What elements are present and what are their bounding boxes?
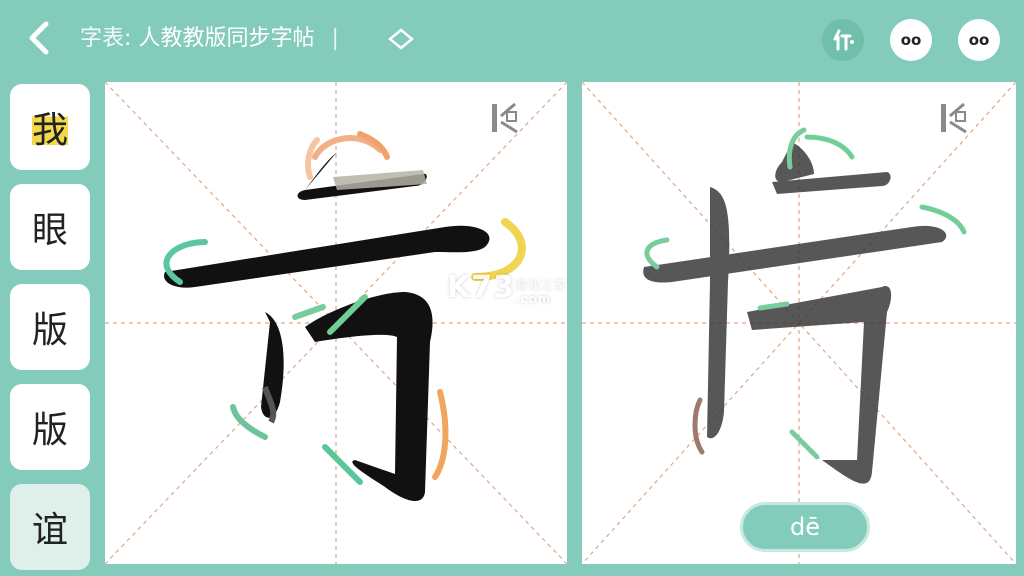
stroke-order-icon[interactable] (489, 100, 523, 136)
eraser-icon[interactable] (388, 28, 414, 50)
scroll-handle-bottom[interactable] (1002, 332, 1007, 358)
sidebar-item-ban-1[interactable]: 版 (10, 284, 90, 370)
sidebar-item-label: 我 (31, 101, 68, 153)
sidebar-item-label: 谊 (31, 510, 68, 551)
back-arrow-icon[interactable] (22, 18, 58, 58)
stroke-order-panel[interactable] (105, 82, 567, 564)
title-prefix: 字表 (80, 26, 125, 51)
sidebar-item-wo[interactable]: 我 (10, 84, 90, 170)
stroke-order-icon[interactable] (938, 100, 972, 136)
title-text: 人教教版同步字帖 (138, 26, 315, 51)
watermark-sub: 游戏之家 (515, 278, 568, 292)
pen-icon (833, 29, 854, 51)
pinyin-button[interactable]: dē (740, 502, 870, 552)
sidebar-item-ban-2[interactable]: 版 (10, 384, 90, 470)
sidebar-item-label: 版 (31, 410, 68, 451)
writing-grid (582, 82, 1016, 564)
title-divider: | (331, 26, 339, 51)
writing-grid (105, 82, 567, 564)
sidebar-item-yan[interactable]: 眼 (10, 184, 90, 270)
watermark-domain: .com (515, 292, 552, 306)
sidebar-item-label: 眼 (31, 210, 68, 251)
tool-b-button[interactable]: oo (958, 19, 1000, 61)
page-title: 字表: 人教教版同步字帖 | (80, 24, 349, 54)
character-model-panel[interactable]: dē (582, 82, 1016, 564)
watermark-logo: K73 游戏之家 .com (447, 270, 566, 306)
top-bar: 字表: 人教教版同步字帖 | oo oo (0, 0, 1024, 80)
title-colon: : (124, 26, 132, 51)
sidebar-item-label: 版 (31, 310, 68, 351)
sidebar-item-yi[interactable]: 谊 (10, 484, 90, 570)
scroll-handle-top[interactable] (1002, 292, 1007, 318)
pen-tool-button[interactable] (822, 19, 864, 61)
tool-a-button[interactable]: oo (890, 19, 932, 61)
watermark-main: K73 (447, 270, 515, 305)
